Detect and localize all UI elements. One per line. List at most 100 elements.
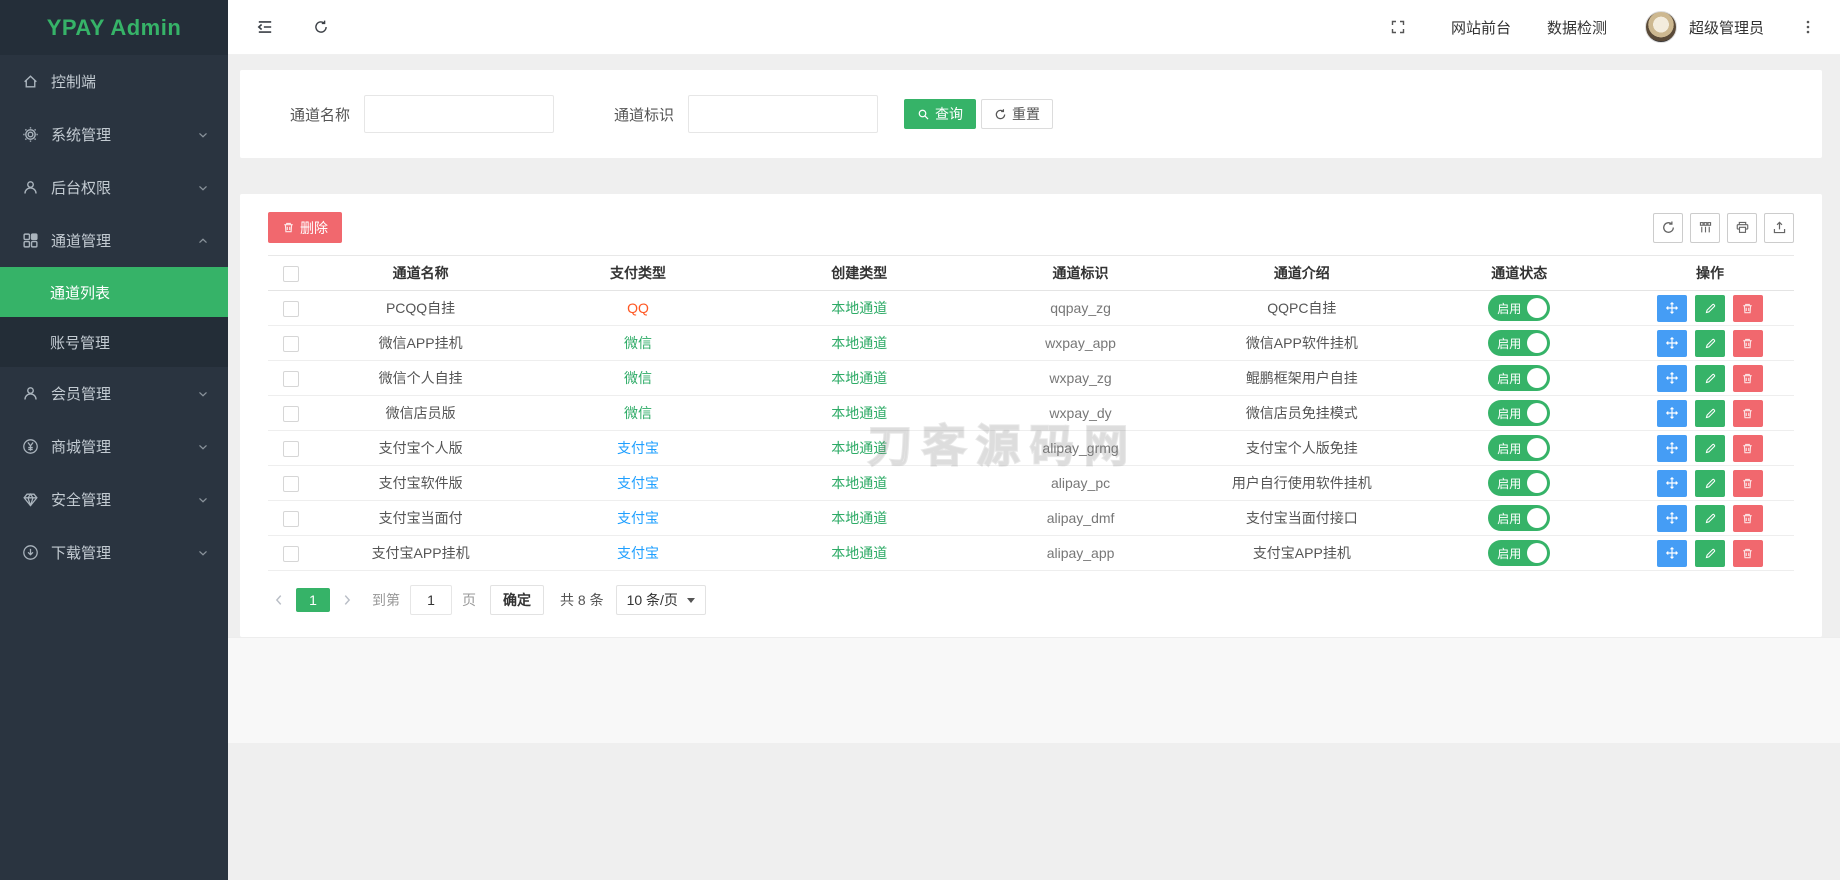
export-icon[interactable] <box>1764 212 1794 243</box>
toggle-knob <box>1527 438 1548 458</box>
cell-name: 支付宝APP挂机 <box>313 535 528 571</box>
sidebar-item-system[interactable]: 系统管理 <box>0 108 228 161</box>
row-checkbox[interactable] <box>282 370 299 387</box>
table-row: 微信APP挂机 微信 本地通道 wxpay_app 微信APP软件挂机 启用 <box>268 325 1794 361</box>
row-checkbox[interactable] <box>282 545 299 562</box>
page-size-value: 10 条/页 <box>626 592 678 608</box>
move-button[interactable] <box>1657 434 1688 462</box>
row-checkbox[interactable] <box>282 475 299 492</box>
chevron-down-icon <box>196 493 210 507</box>
status-toggle[interactable]: 启用 <box>1488 330 1551 356</box>
channel-name-input[interactable] <box>364 95 555 133</box>
nav-link-datacheck[interactable]: 数据检测 <box>1547 17 1607 38</box>
cell-code: qqpay_zg <box>969 290 1192 326</box>
edit-button[interactable] <box>1695 294 1726 322</box>
move-icon <box>1666 476 1679 490</box>
more-vertical-icon[interactable] <box>1798 17 1818 37</box>
edit-button[interactable] <box>1695 434 1726 462</box>
fullscreen-icon[interactable] <box>1381 10 1415 44</box>
row-checkbox[interactable] <box>282 440 299 457</box>
delete-row-button[interactable] <box>1732 294 1763 322</box>
table-refresh-icon[interactable] <box>1653 212 1683 243</box>
row-checkbox[interactable] <box>282 510 299 527</box>
edit-button[interactable] <box>1695 539 1726 567</box>
trash-icon <box>1743 408 1753 418</box>
move-button[interactable] <box>1657 364 1688 392</box>
edit-button[interactable] <box>1695 399 1726 427</box>
current-page-button[interactable]: 1 <box>296 588 330 612</box>
sidebar-item-channel-list[interactable]: 通道列表 <box>0 267 228 317</box>
refresh-icon[interactable] <box>304 10 338 44</box>
move-button[interactable] <box>1657 504 1688 532</box>
status-toggle[interactable]: 启用 <box>1488 470 1551 496</box>
edit-button[interactable] <box>1695 329 1726 357</box>
cell-create-type: 本地通道 <box>748 325 970 361</box>
edit-button[interactable] <box>1695 504 1726 532</box>
sidebar-item-security[interactable]: 安全管理 <box>0 473 228 526</box>
cell-pay-type: 支付宝 <box>527 535 749 571</box>
delete-button[interactable]: 删除 <box>268 212 342 243</box>
status-toggle[interactable]: 启用 <box>1488 400 1551 426</box>
username[interactable]: 超级管理员 <box>1689 17 1764 38</box>
status-toggle[interactable]: 启用 <box>1488 435 1551 461</box>
edit-button[interactable] <box>1695 364 1726 392</box>
move-button[interactable] <box>1657 399 1688 427</box>
delete-row-button[interactable] <box>1732 504 1763 532</box>
search-button[interactable]: 查询 <box>904 99 977 129</box>
move-button[interactable] <box>1657 294 1688 322</box>
row-checkbox[interactable] <box>282 405 299 422</box>
channel-code-input[interactable] <box>688 95 879 133</box>
page-number-input[interactable] <box>410 585 452 615</box>
delete-row-button[interactable] <box>1732 539 1763 567</box>
status-toggle[interactable]: 启用 <box>1488 505 1551 531</box>
move-button[interactable] <box>1657 469 1688 497</box>
pencil-icon <box>1705 548 1715 558</box>
cell-create-type: 本地通道 <box>748 360 970 396</box>
print-icon[interactable] <box>1727 212 1757 243</box>
status-toggle[interactable]: 启用 <box>1488 365 1551 391</box>
trash-icon <box>1743 443 1753 453</box>
col-create-type: 创建类型 <box>748 255 970 291</box>
status-toggle-label: 启用 <box>1497 511 1522 526</box>
move-button[interactable] <box>1657 329 1688 357</box>
status-toggle[interactable]: 启用 <box>1488 540 1551 566</box>
chevron-down-icon <box>196 181 210 195</box>
cell-name: PCQQ自挂 <box>313 290 528 326</box>
confirm-page-button[interactable]: 确定 <box>490 585 544 615</box>
reset-button[interactable]: 重置 <box>981 99 1054 129</box>
move-button[interactable] <box>1657 539 1688 567</box>
row-checkbox[interactable] <box>282 300 299 317</box>
sidebar-item-account-manage[interactable]: 账号管理 <box>0 317 228 367</box>
sidebar-item-download[interactable]: 下载管理 <box>0 526 228 579</box>
status-toggle[interactable]: 启用 <box>1488 295 1551 321</box>
sidebar: YPAY Admin 控制端 系统管理 后台权限 通道管理 通道列表 账号管理 … <box>0 0 228 880</box>
cell-name: 微信APP挂机 <box>313 325 528 361</box>
delete-row-button[interactable] <box>1732 434 1763 462</box>
edit-button[interactable] <box>1695 469 1726 497</box>
table-card: 刀客源码网 删除 通道名称 支付类型 创建类型 通道标识 通道介绍 通道状态 操… <box>240 194 1822 637</box>
next-page-icon[interactable] <box>336 588 358 612</box>
pencil-icon <box>1705 408 1715 418</box>
page-size-select[interactable]: 10 条/页 <box>615 585 706 615</box>
prev-page-icon[interactable] <box>268 588 290 612</box>
table-body: PCQQ自挂 QQ 本地通道 qqpay_zg QQPC自挂 启用 微信APP挂… <box>268 290 1794 571</box>
sidebar-item-member[interactable]: 会员管理 <box>0 367 228 420</box>
sidebar-item-admin-auth[interactable]: 后台权限 <box>0 161 228 214</box>
delete-row-button[interactable] <box>1732 329 1763 357</box>
sidebar-item-channel[interactable]: 通道管理 <box>0 214 228 267</box>
nav-link-frontend[interactable]: 网站前台 <box>1451 17 1511 38</box>
menu-fold-icon[interactable] <box>248 10 282 44</box>
cell-create-type: 本地通道 <box>748 395 970 431</box>
chevron-down-icon <box>196 128 210 142</box>
select-all-checkbox[interactable] <box>282 265 299 282</box>
sidebar-item-mall[interactable]: 商城管理 <box>0 420 228 473</box>
sidebar-item-console[interactable]: 控制端 <box>0 55 228 108</box>
sidebar-submenu-channel: 通道列表 账号管理 <box>0 267 228 367</box>
filter-card: 通道名称 通道标识 查询 重置 <box>240 70 1822 158</box>
delete-row-button[interactable] <box>1732 469 1763 497</box>
delete-row-button[interactable] <box>1732 364 1763 392</box>
columns-icon[interactable] <box>1690 212 1720 243</box>
delete-row-button[interactable] <box>1732 399 1763 427</box>
avatar[interactable] <box>1644 11 1677 43</box>
row-checkbox[interactable] <box>282 335 299 352</box>
